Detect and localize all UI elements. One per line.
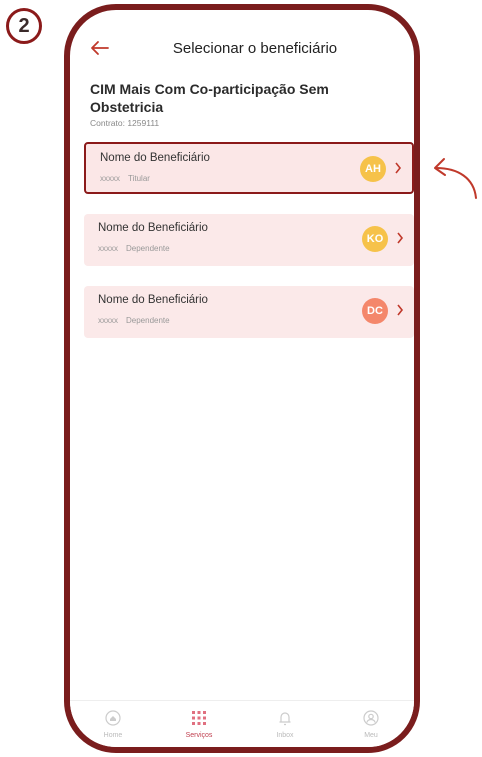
contract-number: Contrato: 1259111 xyxy=(90,118,160,128)
beneficiary-role: Titular xyxy=(128,174,150,183)
plan-info: CIM Mais Com Co-participação Sem Obstetr… xyxy=(90,80,398,128)
avatar: DC xyxy=(362,298,388,324)
tab-servicos[interactable]: Serviços xyxy=(156,701,242,747)
phone-frame: Selecionar o beneficiário CIM Mais Com C… xyxy=(64,4,420,753)
avatar: AH xyxy=(360,156,386,182)
beneficiary-details: xxxxx Dependente xyxy=(98,316,170,325)
bell-icon xyxy=(279,712,291,726)
tab-label: Home xyxy=(103,732,123,739)
tab-home[interactable]: Home xyxy=(70,701,156,747)
beneficiary-code: xxxxx xyxy=(98,244,118,253)
chevron-right-icon xyxy=(395,162,402,174)
beneficiary-role: Dependente xyxy=(126,316,170,325)
services-grid-icon xyxy=(192,711,206,725)
bottom-tab-bar: Home Serviços Inbox Meu xyxy=(70,700,414,747)
beneficiary-name: Nome do Beneficiário xyxy=(98,222,208,234)
plan-name: CIM Mais Com Co-participação Sem Obstetr… xyxy=(90,81,329,115)
tab-inbox[interactable]: Inbox xyxy=(242,701,328,747)
tab-label: Inbox xyxy=(276,732,294,739)
beneficiary-card-dependente-2[interactable]: Nome do Beneficiário xxxxx Dependente DC xyxy=(84,286,414,338)
tab-label: Serviços xyxy=(185,732,213,739)
header: Selecionar o beneficiário xyxy=(70,28,414,68)
beneficiary-details: xxxxx Titular xyxy=(100,174,150,183)
beneficiary-name: Nome do Beneficiário xyxy=(98,294,208,306)
beneficiary-details: xxxxx Dependente xyxy=(98,244,170,253)
avatar: KO xyxy=(362,226,388,252)
beneficiary-card-dependente-1[interactable]: Nome do Beneficiário xxxxx Dependente KO xyxy=(84,214,414,266)
beneficiary-name: Nome do Beneficiário xyxy=(100,152,210,164)
page-title: Selecionar o beneficiário xyxy=(172,39,338,57)
beneficiary-card-titular[interactable]: Nome do Beneficiário xxxxx Titular AH xyxy=(84,142,414,194)
profile-icon xyxy=(363,710,379,726)
beneficiary-role: Dependente xyxy=(126,244,170,253)
chevron-right-icon xyxy=(397,304,404,316)
pointer-arrow-icon xyxy=(434,158,477,199)
chevron-right-icon xyxy=(397,232,404,244)
step-number-badge: 2 xyxy=(6,8,42,44)
step-number: 2 xyxy=(18,14,30,37)
tab-label: Meu xyxy=(364,732,378,739)
home-icon xyxy=(105,710,121,726)
tab-meu[interactable]: Meu xyxy=(328,701,414,747)
beneficiary-code: xxxxx xyxy=(98,316,118,325)
beneficiary-code: xxxxx xyxy=(100,174,120,183)
